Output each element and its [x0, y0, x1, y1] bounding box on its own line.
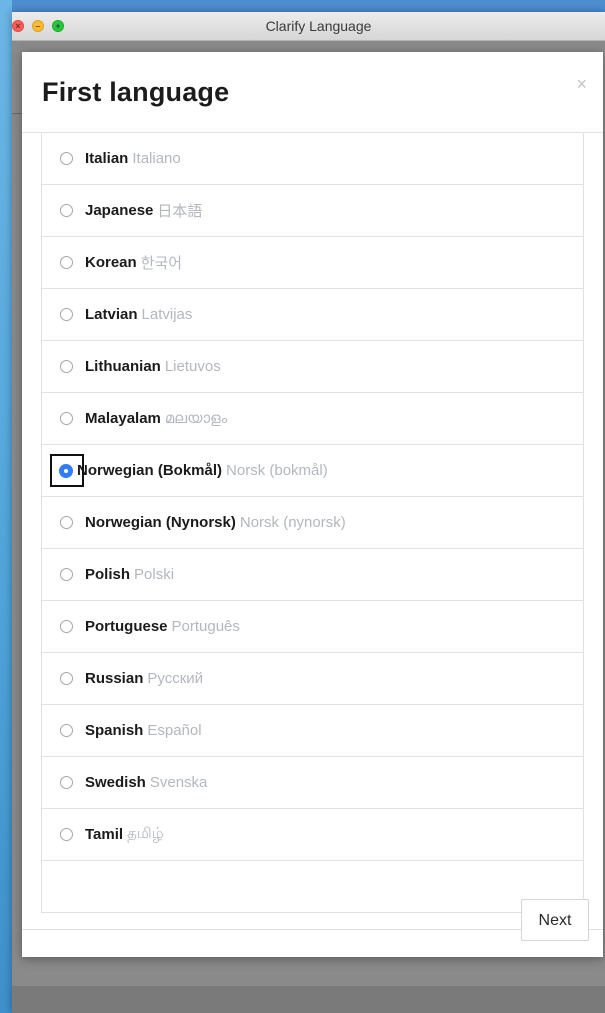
language-native-name: Norsk (bokmål) [226, 462, 328, 479]
language-option[interactable]: Malayalam മലയാളം [42, 393, 583, 445]
language-name: Latvian [85, 306, 138, 323]
language-native-name: Svenska [149, 774, 208, 791]
language-name: Portuguese [85, 618, 168, 635]
language-option[interactable]: Lithuanian Lietuvos [42, 341, 583, 393]
background-footer [12, 986, 605, 1013]
language-option[interactable]: Spanish Español [42, 705, 583, 757]
background-divider [12, 113, 22, 114]
radio-icon[interactable] [60, 256, 73, 269]
language-native-name: മലയാളം [164, 410, 228, 427]
language-name: Lithuanian [85, 358, 161, 375]
radio-icon[interactable] [60, 672, 73, 685]
radio-icon[interactable] [60, 620, 73, 633]
dialog-footer: Next [22, 899, 603, 957]
window-titlebar[interactable]: × – + Clarify Language [12, 12, 605, 41]
language-option-partial[interactable] [42, 861, 583, 913]
language-native-name: 日本語 [157, 203, 203, 220]
language-name: Swedish [85, 774, 146, 791]
language-option[interactable]: Tamil தமிழ் [42, 809, 583, 861]
dialog-title: First language [42, 77, 230, 107]
focus-ring [50, 454, 84, 487]
language-dialog: First language × Italian Italiano Japanese… [22, 52, 603, 957]
language-native-name: Norsk (nynorsk) [239, 514, 346, 531]
language-native-name: Lietuvos [164, 358, 221, 375]
language-option[interactable]: Russian Русский [42, 653, 583, 705]
language-name: Polish [85, 566, 131, 583]
radio-icon[interactable] [60, 412, 73, 425]
language-option[interactable]: Norwegian (Nynorsk) Norsk (nynorsk) [42, 497, 583, 549]
language-option[interactable]: Korean 한국어 [42, 237, 583, 289]
language-native-name: Italiano [132, 150, 181, 167]
language-option[interactable]: Polish Polski [42, 549, 583, 601]
radio-icon[interactable] [60, 308, 73, 321]
language-name: Russian [85, 670, 144, 687]
language-native-name: Español [147, 722, 202, 739]
window-title: Clarify Language [265, 18, 372, 34]
language-option[interactable]: Swedish Svenska [42, 757, 583, 809]
language-name: Norwegian (Bokmål) [77, 462, 223, 479]
language-native-name: Polski [134, 566, 175, 583]
language-name: Norwegian (Nynorsk) [85, 514, 236, 531]
language-native-name: Русский [147, 670, 204, 687]
language-native-name: தமிழ் [127, 825, 164, 842]
radio-icon[interactable] [60, 516, 73, 529]
radio-icon[interactable] [60, 724, 73, 737]
desktop-background [0, 0, 12, 1013]
language-name: Malayalam [85, 410, 161, 427]
language-native-name: Português [171, 618, 240, 635]
language-list: Italian Italiano Japanese 日本語 Korean 한국어 Latvi… [41, 133, 584, 913]
close-icon[interactable]: × [576, 74, 587, 94]
language-name: Italian [85, 150, 129, 167]
language-option[interactable]: Norwegian (Bokmål) Norsk (bokmål) [42, 445, 583, 497]
language-native-name: Latvijas [141, 306, 193, 323]
language-name: Spanish [85, 722, 144, 739]
language-native-name: 한국어 [140, 255, 183, 272]
language-option[interactable]: Latvian Latvijas [42, 289, 583, 341]
language-name: Korean [85, 254, 137, 271]
language-option[interactable]: Portuguese Português [42, 601, 583, 653]
language-name: Japanese [85, 202, 154, 219]
language-option[interactable]: Italian Italiano [42, 133, 583, 185]
language-name: Tamil [85, 826, 124, 843]
radio-icon[interactable] [60, 360, 73, 373]
radio-icon[interactable] [60, 776, 73, 789]
language-list-scroll[interactable]: Italian Italiano Japanese 日本語 Korean 한국어 Latvi… [22, 132, 603, 930]
next-button[interactable]: Next [521, 899, 589, 941]
language-option[interactable]: Japanese 日本語 [42, 185, 583, 237]
radio-icon[interactable] [60, 204, 73, 217]
radio-icon[interactable] [60, 152, 73, 165]
radio-icon[interactable] [60, 568, 73, 581]
radio-icon[interactable] [60, 828, 73, 841]
